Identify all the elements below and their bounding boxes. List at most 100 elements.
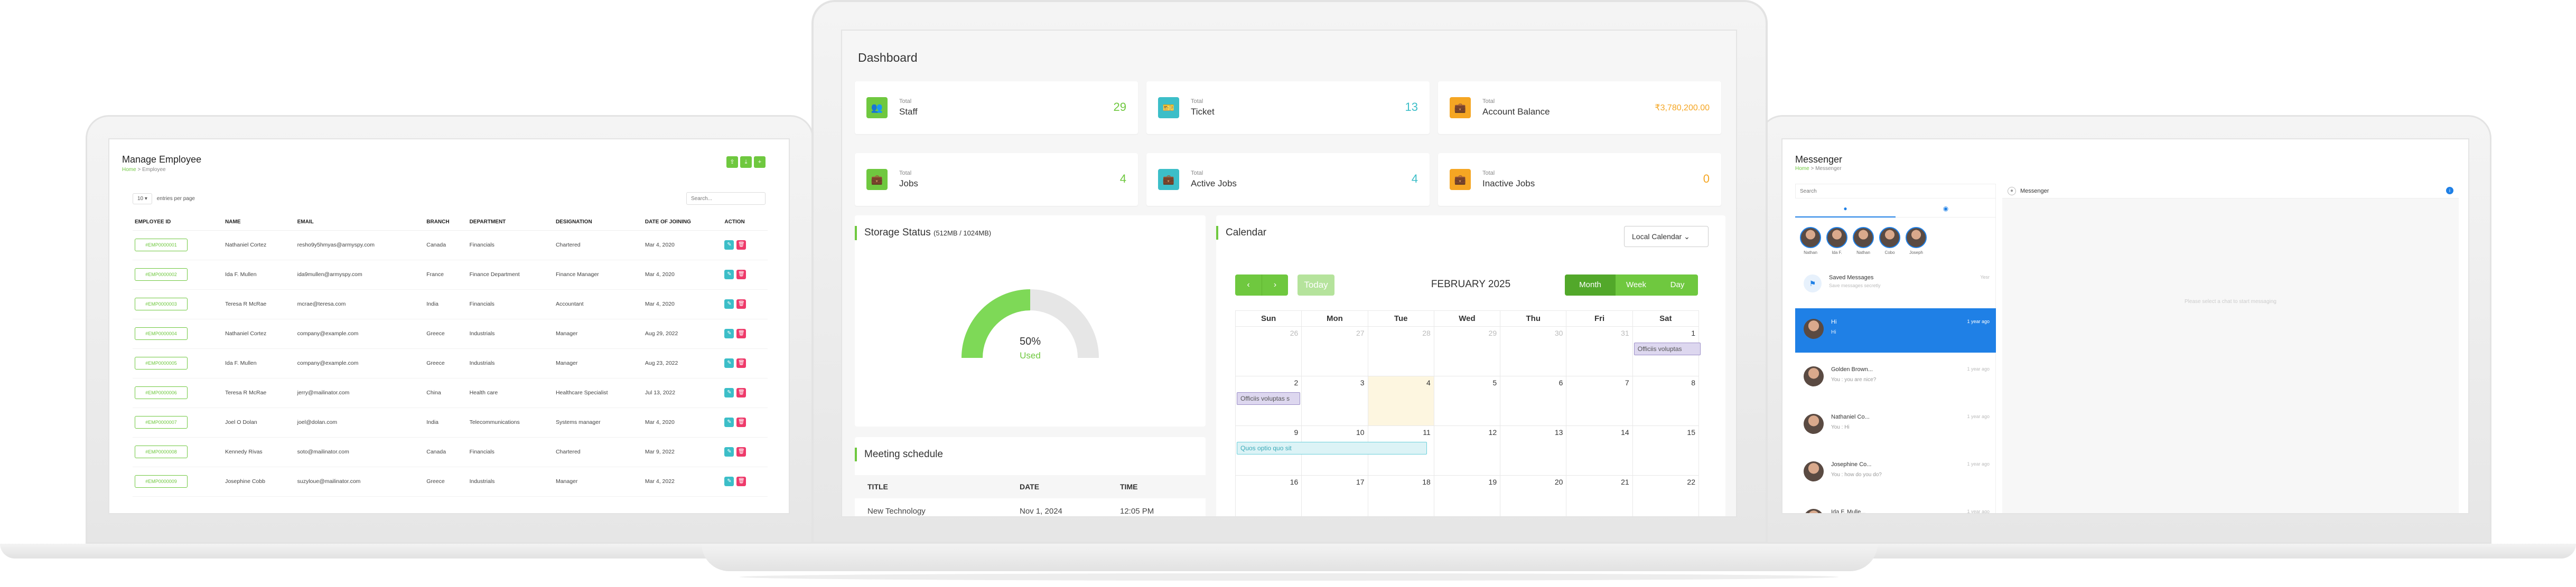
calendar-day[interactable]: 5 bbox=[1433, 376, 1501, 426]
column-header[interactable]: EMPLOYEE ID bbox=[133, 214, 223, 231]
column-header[interactable]: DEPARTMENT bbox=[467, 214, 554, 231]
conversation-item[interactable]: Ida F. Mulle...You : Hello dear1 year ag… bbox=[1795, 498, 1996, 513]
summary-card[interactable]: 💼 Total Jobs 4 bbox=[855, 153, 1138, 206]
calendar-day[interactable]: 3 bbox=[1301, 376, 1368, 426]
calendar-day[interactable]: 16 bbox=[1235, 475, 1302, 516]
calendar-day[interactable]: 26 bbox=[1235, 326, 1302, 376]
calendar-day[interactable]: 14 bbox=[1566, 425, 1633, 476]
employee-id-button[interactable]: #EMP0000008 bbox=[135, 446, 188, 458]
entries-select[interactable]: 10 ▾ bbox=[133, 193, 152, 204]
info-icon[interactable]: i bbox=[2446, 187, 2453, 194]
tab-messages[interactable]: ● bbox=[1795, 205, 1896, 217]
delete-icon[interactable]: 🗑 bbox=[736, 388, 746, 397]
calendar-day[interactable]: 29 bbox=[1433, 326, 1501, 376]
summary-card[interactable]: 🎫 Total Ticket 13 bbox=[1146, 81, 1430, 134]
search-input[interactable] bbox=[686, 192, 766, 205]
calendar-event[interactable]: Officiis voluptas s bbox=[1237, 392, 1301, 405]
export-icon[interactable]: ⤓ bbox=[740, 156, 752, 168]
delete-icon[interactable]: 🗑 bbox=[736, 329, 746, 338]
employee-id-button[interactable]: #EMP0000009 bbox=[135, 475, 188, 488]
import-icon[interactable]: ⇪ bbox=[726, 156, 738, 168]
view-month-button[interactable]: Month bbox=[1565, 274, 1616, 296]
column-header[interactable]: EMAIL bbox=[295, 214, 425, 231]
calendar-day[interactable]: 4 bbox=[1367, 376, 1434, 426]
edit-icon[interactable]: ✎ bbox=[724, 358, 734, 368]
calendar-day[interactable]: 21 bbox=[1566, 475, 1633, 516]
calendar-day[interactable]: 12 bbox=[1433, 425, 1501, 476]
calendar-day[interactable]: 27 bbox=[1301, 326, 1368, 376]
column-header[interactable]: BRANCH bbox=[424, 214, 468, 231]
calendar-day[interactable]: 28 bbox=[1367, 326, 1434, 376]
edit-icon[interactable]: ✎ bbox=[724, 299, 734, 309]
edit-icon[interactable]: ✎ bbox=[724, 418, 734, 427]
calendar-day[interactable]: 22 bbox=[1632, 475, 1700, 516]
calendar-select[interactable]: Local Calendar ⌄ bbox=[1624, 226, 1709, 247]
calendar-day[interactable]: 19 bbox=[1433, 475, 1501, 516]
favorite-contact[interactable]: Nathan bbox=[1798, 227, 1823, 255]
calendar-event[interactable]: Quos optio quo sit bbox=[1237, 442, 1427, 455]
employee-id-button[interactable]: #EMP0000001 bbox=[135, 239, 188, 251]
delete-icon[interactable]: 🗑 bbox=[736, 447, 746, 457]
summary-card[interactable]: 💼 Total Active Jobs 4 bbox=[1146, 153, 1430, 206]
add-icon[interactable]: + bbox=[754, 156, 766, 168]
employee-name-cell: Teresa R McRae bbox=[223, 289, 295, 319]
calendar-day[interactable]: 17 bbox=[1301, 475, 1368, 516]
employee-id-button[interactable]: #EMP0000003 bbox=[135, 298, 188, 310]
conversation-item[interactable]: Golden Brown... You : you are nice? 1 year… bbox=[1795, 356, 1996, 400]
calendar-day[interactable]: 6 bbox=[1500, 376, 1567, 426]
conversation-item[interactable]: Nathaniel Co... You : Hi 1 year ago bbox=[1795, 403, 1996, 448]
calendar-day[interactable]: 8 bbox=[1632, 376, 1700, 426]
favorite-contact[interactable]: Nathan bbox=[1851, 227, 1875, 255]
delete-icon[interactable]: 🗑 bbox=[736, 299, 746, 309]
delete-icon[interactable]: 🗑 bbox=[736, 477, 746, 486]
conversation-item[interactable]: Hi Hi 1 year ago bbox=[1795, 308, 1996, 353]
employee-id-button[interactable]: #EMP0000005 bbox=[135, 357, 188, 370]
calendar-day[interactable]: 30 bbox=[1500, 326, 1567, 376]
edit-icon[interactable]: ✎ bbox=[724, 329, 734, 338]
delete-icon[interactable]: 🗑 bbox=[736, 270, 746, 279]
breadcrumb-home[interactable]: Home bbox=[122, 167, 136, 173]
messenger-breadcrumb-home[interactable]: Home bbox=[1795, 166, 1809, 172]
day-number: 29 bbox=[1488, 329, 1497, 337]
favorite-contact[interactable]: Ida F. bbox=[1825, 227, 1849, 255]
employee-id-button[interactable]: #EMP0000006 bbox=[135, 386, 188, 399]
calendar-day[interactable]: 31 bbox=[1566, 326, 1633, 376]
summary-card[interactable]: 💼 Total Inactive Jobs 0 bbox=[1438, 153, 1721, 206]
messenger-search-input[interactable] bbox=[1795, 184, 1996, 198]
edit-icon[interactable]: ✎ bbox=[724, 240, 734, 250]
column-header[interactable]: DESIGNATION bbox=[553, 214, 643, 231]
calendar-event[interactable]: Officiis voluptas bbox=[1634, 343, 1701, 355]
storage-detail: (512MB / 1024MB) bbox=[933, 229, 992, 237]
delete-icon[interactable]: 🗑 bbox=[736, 358, 746, 368]
calendar-day[interactable]: 20 bbox=[1500, 475, 1567, 516]
delete-icon[interactable]: 🗑 bbox=[736, 240, 746, 250]
edit-icon[interactable]: ✎ bbox=[724, 388, 734, 397]
favorite-contact[interactable]: Joseph bbox=[1904, 227, 1928, 255]
employee-id-button[interactable]: #EMP0000007 bbox=[135, 416, 188, 429]
calendar-day[interactable]: 7 bbox=[1566, 376, 1633, 426]
tab-groups[interactable]: ◉ bbox=[1896, 205, 1996, 217]
column-header[interactable]: NAME bbox=[223, 214, 295, 231]
favorite-contact[interactable]: Cobo bbox=[1878, 227, 1902, 255]
saved-messages[interactable]: ⚑ Saved Messages Save messages secretly … bbox=[1795, 270, 1996, 298]
summary-card[interactable]: 👥 Total Staff 29 bbox=[855, 81, 1138, 134]
employee-id-button[interactable]: #EMP0000004 bbox=[135, 327, 188, 340]
edit-icon[interactable]: ✎ bbox=[724, 477, 734, 486]
view-day-button[interactable]: Day bbox=[1657, 274, 1698, 296]
calendar-day[interactable]: 2 Officiis voluptas s bbox=[1235, 376, 1302, 426]
conversation-item[interactable]: Josephine Co... You : how do you do? 1 yea… bbox=[1795, 451, 1996, 495]
column-header[interactable]: ACTION bbox=[722, 214, 768, 231]
edit-icon[interactable]: ✎ bbox=[724, 270, 734, 279]
calendar-day[interactable]: 18 bbox=[1367, 475, 1434, 516]
view-week-button[interactable]: Week bbox=[1616, 274, 1657, 296]
column-header[interactable]: DATE OF JOINING bbox=[642, 214, 723, 231]
delete-icon[interactable]: 🗑 bbox=[736, 418, 746, 427]
calendar-day[interactable]: 15 bbox=[1632, 425, 1700, 476]
calendar-day[interactable]: 1 Officiis voluptas bbox=[1632, 326, 1701, 376]
calendar-day[interactable]: 9 Quos optio quo sit bbox=[1235, 425, 1427, 476]
edit-icon[interactable]: ✎ bbox=[724, 447, 734, 457]
meeting-row[interactable]: New Technology Nov 1, 2024 12:05 PM bbox=[855, 503, 1206, 516]
summary-card[interactable]: 💼 Total Account Balance ₹3,780,200.00 bbox=[1438, 81, 1721, 134]
employee-id-button[interactable]: #EMP0000002 bbox=[135, 268, 188, 281]
calendar-day[interactable]: 13 bbox=[1500, 425, 1567, 476]
